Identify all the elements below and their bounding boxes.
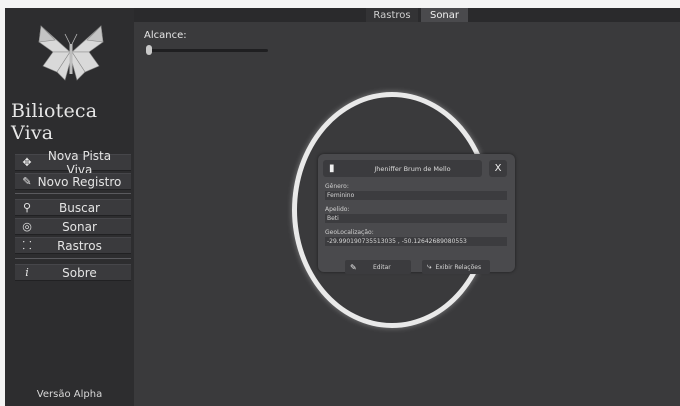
relations-label: Exibir Relações [435, 263, 482, 271]
version-label: Versão Alpha [36, 389, 103, 400]
person-card: ▮ Jheniffer Brum de Mello X Gênero: Femi… [318, 154, 515, 274]
edit-icon: ✎ [22, 175, 32, 188]
nickname-label: Apelido: [325, 206, 350, 213]
nav-label: Novo Registro [37, 174, 122, 189]
person-name: Jheniffer Brum de Mello [374, 164, 451, 173]
geolocation-value: -29.990190735513035 , -50.12642689080553 [325, 237, 507, 246]
nav-rastros-button[interactable]: ⸬ Rastros [15, 237, 131, 254]
close-button[interactable]: X [489, 160, 507, 177]
gender-value: Feminino [325, 191, 507, 200]
pencil-icon: ✎ [350, 262, 357, 272]
relations-icon: ⤷ [427, 262, 432, 271]
nav-label: Buscar [59, 200, 100, 215]
nav-nova-pista-viva-button[interactable]: ✥ Nova Pista Viva [15, 149, 131, 177]
butterfly-logo [38, 25, 104, 81]
nav-label: Sonar [62, 219, 97, 234]
person-header[interactable]: ▮ Jheniffer Brum de Mello [323, 160, 482, 177]
nickname-value: Beti [325, 214, 507, 223]
tab-sonar[interactable]: Sonar [421, 8, 468, 22]
edit-label: Editar [372, 263, 391, 271]
search-icon: ⚲ [22, 201, 32, 214]
document-icon: ▮ [329, 163, 335, 174]
range-slider[interactable] [146, 49, 268, 52]
nav-sonar-button[interactable]: ◎ Sonar [15, 218, 131, 235]
main-panel: Rastros Sonar Alcance: ▮ Jheniffer Brum … [134, 8, 680, 406]
nav-sobre-button[interactable]: i Sobre [15, 264, 131, 281]
edit-button[interactable]: ✎ Editar [345, 260, 411, 274]
range-slider-handle[interactable] [146, 45, 152, 55]
map-pin-icon: ✥ [22, 156, 32, 169]
show-relations-button[interactable]: ⤷ Exibir Relações [422, 260, 490, 274]
nav-buscar-button[interactable]: ⚲ Buscar [15, 199, 131, 216]
nav-label: Rastros [57, 238, 102, 253]
gender-label: Gênero: [325, 183, 349, 190]
sonar-icon: ◎ [22, 220, 32, 233]
footprints-icon: ⸬ [22, 239, 32, 252]
tab-bar: Rastros Sonar [134, 8, 680, 22]
tab-rastros[interactable]: Rastros [366, 8, 418, 22]
app-window: Bilioteca Viva ✥ Nova Pista Viva ✎ Novo … [0, 0, 680, 406]
geolocation-label: GeoLocalização: [325, 229, 374, 236]
nav-divider [15, 193, 131, 194]
nav-divider [15, 258, 131, 259]
range-label: Alcance: [144, 30, 187, 41]
nav-label: Sobre [62, 265, 97, 280]
brand-title: Bilioteca Viva [11, 100, 98, 144]
nav-novo-registro-button[interactable]: ✎ Novo Registro [15, 173, 131, 190]
info-icon: i [25, 266, 29, 279]
sidebar: Bilioteca Viva ✥ Nova Pista Viva ✎ Novo … [5, 8, 134, 406]
